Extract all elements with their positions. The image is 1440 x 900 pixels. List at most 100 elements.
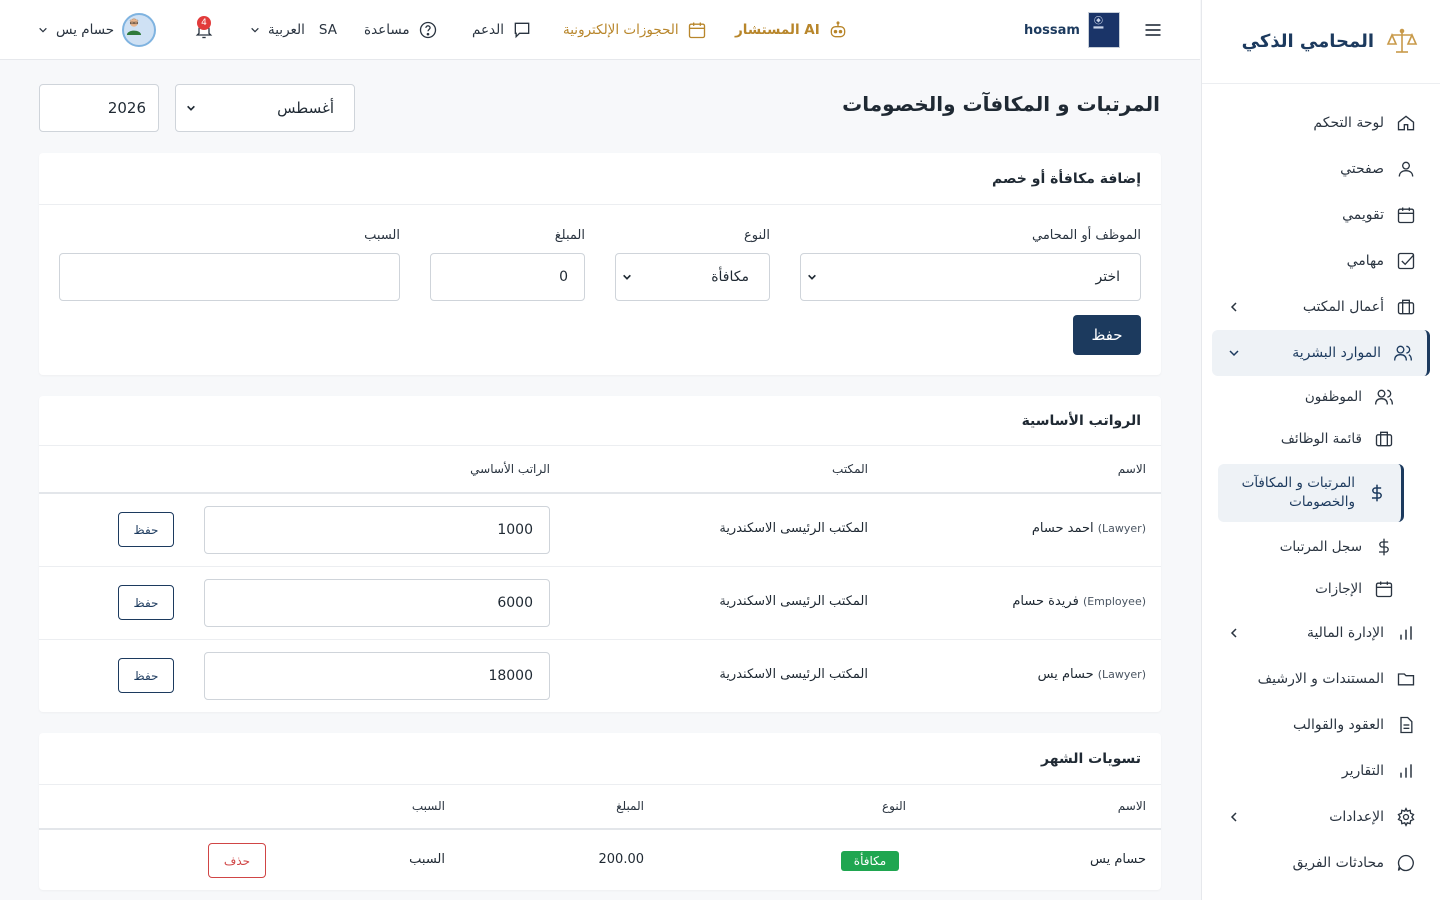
employee-role: (Lawyer) [1097, 668, 1146, 681]
sidebar-item-team-chat[interactable]: محادثات الفريق [1202, 840, 1440, 886]
month-value: أغسطس [277, 99, 334, 117]
year-input[interactable]: 2026 [39, 84, 159, 132]
sidebar-item-label: الإعدادات [1329, 809, 1384, 825]
add-adjustment-card: إضافة مكافأة أو خصم الموظف أو المحامي اخ… [39, 153, 1161, 375]
ai-advisor-label: المستشار AI [735, 22, 820, 38]
chevron-down-icon [623, 274, 631, 280]
sidebar-item-finance[interactable]: الإدارة المالية [1202, 610, 1440, 656]
sidebar-item-label: الموارد البشرية [1292, 345, 1381, 361]
notification-count-badge: 4 [197, 16, 211, 30]
employee-role: (Employee) [1082, 595, 1146, 608]
salary-input-value: 1000 [497, 522, 533, 538]
reason-input[interactable] [59, 253, 400, 301]
type-label: النوع [744, 228, 770, 243]
chevron-left-icon [1230, 812, 1237, 822]
header-divider [39, 828, 1161, 830]
save-salary-button[interactable]: حفظ [118, 585, 174, 620]
basic-salaries-card: الرواتب الأساسية الاسم المكتب الراتب الأ… [39, 396, 1161, 712]
sidebar-subitem-leaves[interactable]: الإجازات [1202, 568, 1440, 610]
salary-input[interactable]: 18000 [204, 652, 550, 700]
account-switcher[interactable]: hossam [1024, 0, 1120, 60]
employee-name-text: حسام يس [1037, 667, 1094, 682]
employee-select[interactable]: اختر [800, 253, 1141, 301]
basic-salaries-title: الرواتب الأساسية [39, 396, 1161, 446]
help-label: مساعدة [364, 22, 410, 38]
chat-bubble-icon [514, 22, 530, 39]
sidebar-item-label: أعمال المكتب [1302, 299, 1384, 315]
profile-name: حسام يس [56, 22, 115, 38]
header-divider [39, 492, 1161, 494]
sidebar-subitem-label: سجل المرتبات [1279, 539, 1362, 555]
sidebar-subitem-payroll-log[interactable]: سجل المرتبات [1202, 526, 1440, 568]
add-adjustment-title: إضافة مكافأة أو خصم [39, 153, 1161, 205]
sidebar-item-office-work[interactable]: أعمال المكتب [1202, 284, 1440, 330]
amount-input-value: 0 [559, 269, 568, 285]
salary-input[interactable]: 1000 [204, 506, 550, 554]
save-adjustment-button[interactable]: حفظ [1073, 315, 1141, 355]
sidebar-item-label: محادثات الفريق [1292, 855, 1384, 871]
adjustment-name: حسام يس [1090, 852, 1146, 867]
sidebar-item-label: التقارير [1341, 763, 1384, 779]
bar-chart-icon [1400, 626, 1412, 640]
salary-input[interactable]: 6000 [204, 579, 550, 627]
bookings-label: الحجوزات الإلكترونية [563, 22, 679, 38]
month-select[interactable]: أغسطس [175, 84, 355, 132]
row-divider [39, 566, 1161, 567]
sidebar-item-documents[interactable]: المستندات و الارشيف [1202, 656, 1440, 702]
office-name: المكتب الرئيسى الاسكندرية [719, 521, 868, 536]
type-select[interactable]: مكافأة [615, 253, 770, 301]
support-label: الدعم [472, 22, 504, 38]
bar-chart-icon [1400, 764, 1412, 778]
sidebar-item-label: تقويمي [1342, 207, 1384, 223]
notifications[interactable] [194, 0, 214, 60]
sidebar-item-settings[interactable]: الإعدادات [1202, 794, 1440, 840]
sidebar-subitem-employees[interactable]: الموظفون [1202, 376, 1440, 418]
col-header-name: الاسم [1117, 462, 1146, 476]
profile-menu[interactable]: حسام يس [38, 0, 157, 60]
calendar-icon [1397, 207, 1415, 224]
col-header-name: الاسم [1117, 799, 1146, 813]
language-code: SA [318, 22, 337, 38]
sidebar-item-tasks[interactable]: مهامي [1202, 238, 1440, 284]
sidebar-item-hr[interactable]: الموارد البشرية [1212, 330, 1430, 376]
menu-toggle[interactable] [1143, 0, 1163, 60]
help-link[interactable]: مساعدة [364, 0, 438, 60]
ai-advisor-link[interactable]: المستشار AI [735, 0, 848, 60]
col-header-amount: المبلغ [616, 799, 644, 813]
save-salary-button[interactable]: حفظ [118, 512, 174, 547]
home-icon [1397, 115, 1415, 131]
chevron-down-icon [251, 27, 259, 33]
save-salary-button[interactable]: حفظ [118, 658, 174, 693]
sidebar-subitem-jobs[interactable]: قائمة الوظائف [1202, 418, 1440, 460]
top-header: حسام يس 4 العربية SA مساعدة الدعم الحجوز… [0, 0, 1200, 60]
delete-adjustment-button[interactable]: حذف [208, 843, 266, 878]
support-link[interactable]: الدعم [472, 0, 532, 60]
adjustment-amount: 200.00 [598, 852, 645, 867]
folder-icon [1397, 673, 1415, 686]
sidebar-item-my-page[interactable]: صفحتي [1202, 146, 1440, 192]
language-switcher[interactable]: العربية SA [250, 0, 337, 60]
robot-icon [830, 21, 846, 38]
brand[interactable]: المحامي الذكي [1202, 0, 1440, 84]
bookings-link[interactable]: الحجوزات الإلكترونية [563, 0, 707, 60]
sidebar-item-calendar[interactable]: تقويمي [1202, 192, 1440, 238]
employee-name: احمد حسام (Lawyer) [1032, 521, 1146, 536]
amount-input[interactable]: 0 [430, 253, 585, 301]
employee-label: الموظف أو المحامي [1031, 228, 1141, 243]
sidebar-item-dashboard[interactable]: لوحة التحكم [1202, 100, 1440, 146]
sidebar-subitem-payroll[interactable]: المرتبات و المكافآت والخصومات [1218, 464, 1404, 522]
year-value: 2026 [107, 99, 146, 117]
calendar-icon [1375, 581, 1393, 598]
sidebar-item-reports[interactable]: التقارير [1202, 748, 1440, 794]
document-icon [1400, 716, 1413, 734]
amount-label: المبلغ [554, 228, 585, 243]
adjustment-reason: السبب [409, 852, 445, 867]
hamburger-menu-icon [1145, 24, 1161, 36]
chevron-down-icon [1229, 350, 1239, 357]
sidebar-item-contracts[interactable]: العقود والقوالب [1202, 702, 1440, 748]
sidebar-nav: لوحة التحكم صفحتي تقويمي مهامي أعمال الم… [1202, 84, 1440, 886]
scales-logo-icon [1386, 28, 1418, 53]
col-header-type: النوع [882, 799, 906, 813]
type-select-value: مكافأة [711, 269, 749, 285]
username: hossam [1024, 22, 1080, 38]
